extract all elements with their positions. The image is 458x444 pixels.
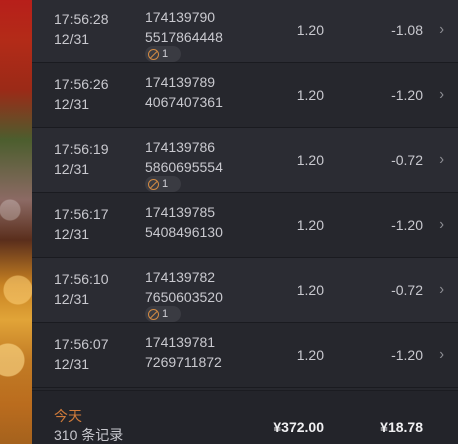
- transaction-id-line1: 174139782: [145, 269, 216, 285]
- chevron-right-icon[interactable]: ›: [439, 347, 444, 363]
- transaction-amount: 1.20: [296, 22, 324, 38]
- transaction-date: 12/31: [54, 226, 90, 242]
- chevron-right-icon[interactable]: ›: [439, 152, 444, 168]
- transaction-row[interactable]: 17:56:19 12/31 174139786 5860695554 1 1.…: [32, 128, 458, 193]
- transaction-date: 12/31: [54, 356, 90, 372]
- summary-footer: 今天 310 条记录 ¥372.00 ¥18.78: [32, 390, 458, 444]
- transaction-date: 12/31: [54, 96, 90, 112]
- transaction-id-line2: 4067407361: [145, 94, 223, 110]
- compass-icon: [148, 178, 159, 190]
- transaction-time: 17:56:26: [54, 76, 109, 92]
- footer-date-label: 今天: [54, 408, 82, 424]
- transaction-amount: 1.20: [296, 152, 324, 168]
- transaction-change: -1.08: [391, 22, 423, 38]
- transaction-time: 17:56:10: [54, 271, 109, 287]
- total-amount: ¥372.00: [273, 419, 324, 435]
- transaction-date: 12/31: [54, 161, 90, 177]
- transaction-time: 17:56:19: [54, 141, 109, 157]
- transaction-row[interactable]: 17:56:17 12/31 174139785 5408496130 1.20…: [32, 193, 458, 258]
- transaction-id-line1: 174139790: [145, 9, 216, 25]
- transaction-amount: 1.20: [296, 217, 324, 233]
- transaction-change: -1.20: [391, 217, 423, 233]
- transaction-badge: 1: [145, 306, 181, 322]
- transaction-id-line2: 5860695554: [145, 159, 223, 175]
- chevron-right-icon[interactable]: ›: [439, 217, 444, 233]
- transaction-row[interactable]: 17:56:28 12/31 174139790 5517864448 1 1.…: [32, 0, 458, 63]
- transaction-time: 17:56:28: [54, 11, 109, 27]
- transaction-amount: 1.20: [296, 282, 324, 298]
- transaction-amount: 1.20: [296, 347, 324, 363]
- badge-count: 1: [162, 307, 169, 320]
- transaction-change: -1.20: [391, 87, 423, 103]
- transaction-history-panel: 17:56:28 12/31 174139790 5517864448 1 1.…: [32, 0, 458, 444]
- transaction-id-line1: 174139785: [145, 204, 216, 220]
- transaction-row[interactable]: 17:56:10 12/31 174139782 7650603520 1 1.…: [32, 258, 458, 323]
- chevron-right-icon[interactable]: ›: [439, 87, 444, 103]
- badge-count: 1: [162, 47, 169, 60]
- transaction-date: 12/31: [54, 291, 90, 307]
- transaction-time: 17:56:17: [54, 206, 109, 222]
- transaction-id-line2: 5517864448: [145, 29, 223, 45]
- compass-icon: [148, 308, 159, 320]
- chevron-right-icon[interactable]: ›: [439, 22, 444, 38]
- compass-icon: [148, 48, 159, 60]
- background-photo-strip: [0, 0, 32, 444]
- transaction-time: 17:56:07: [54, 336, 109, 352]
- transaction-id-line2: 5408496130: [145, 224, 223, 240]
- chevron-right-icon[interactable]: ›: [439, 282, 444, 298]
- total-change: ¥18.78: [380, 419, 423, 435]
- transaction-badge: 1: [145, 46, 181, 62]
- transaction-change: -0.72: [391, 152, 423, 168]
- transaction-id-line1: 174139786: [145, 139, 216, 155]
- transaction-id-line1: 174139789: [145, 74, 216, 90]
- record-count: 310 条记录: [54, 427, 124, 443]
- transaction-id-line2: 7269711872: [145, 354, 222, 370]
- transaction-date: 12/31: [54, 31, 90, 47]
- transaction-row[interactable]: 17:56:26 12/31 174139789 4067407361 1.20…: [32, 63, 458, 128]
- badge-count: 1: [162, 177, 169, 190]
- transaction-badge: 1: [145, 176, 181, 192]
- transaction-change: -1.20: [391, 347, 423, 363]
- transaction-amount: 1.20: [296, 87, 324, 103]
- transaction-row[interactable]: 17:56:07 12/31 174139781 7269711872 1.20…: [32, 323, 458, 388]
- transaction-id-line2: 7650603520: [145, 289, 223, 305]
- transaction-id-line1: 174139781: [145, 334, 216, 350]
- transaction-change: -0.72: [391, 282, 423, 298]
